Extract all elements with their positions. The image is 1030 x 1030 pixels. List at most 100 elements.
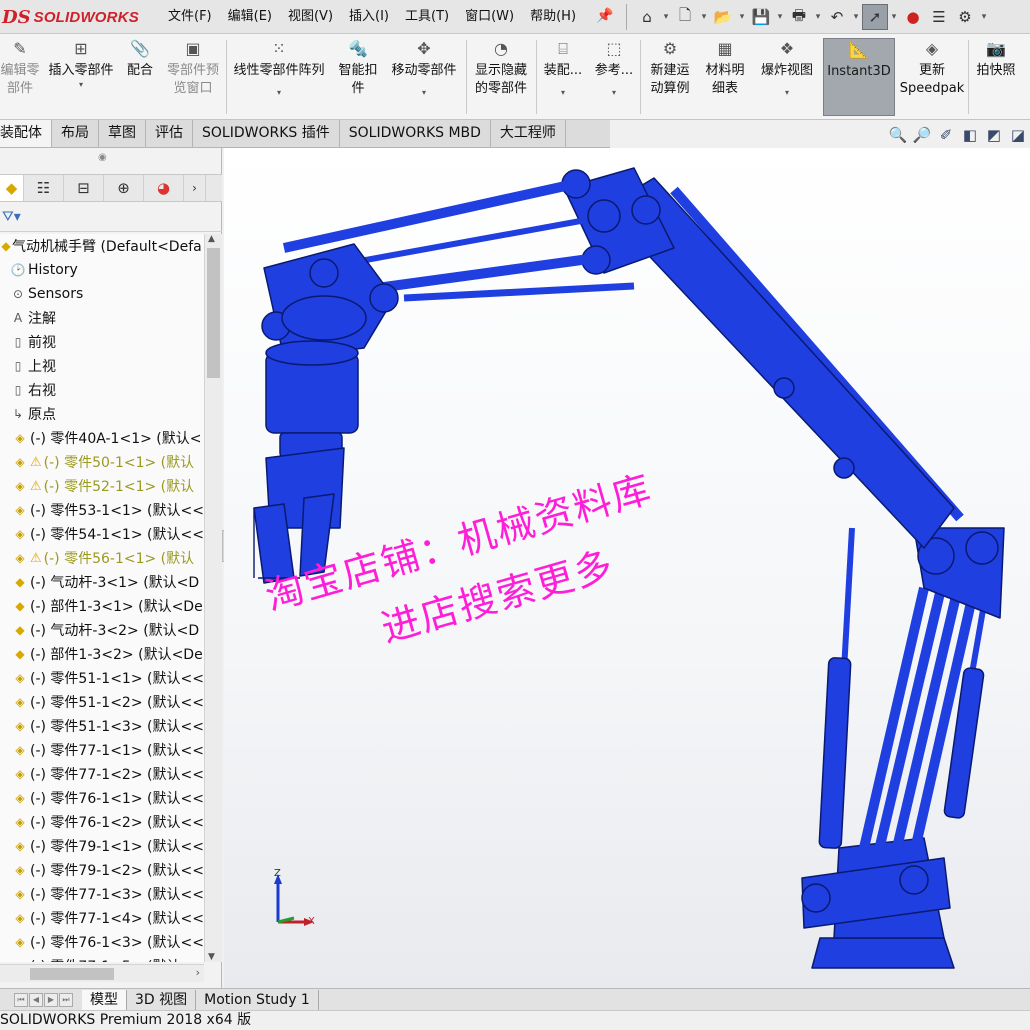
tree-item[interactable]: ◈ (-) 零件53-1<1> (默认<<: [0, 498, 204, 522]
edit-component-button[interactable]: ✎ 编辑零 部件: [0, 38, 40, 116]
tree-item[interactable]: ◈ (-) 零件76-1<2> (默认<<: [0, 810, 204, 834]
configuration-manager-tab[interactable]: ⊟: [64, 175, 104, 201]
chevron-down-icon[interactable]: ▾: [888, 4, 900, 30]
tree-item[interactable]: ◆ (-) 部件1-3<2> (默认<De: [0, 642, 204, 666]
insert-components-button[interactable]: ⊞ 插入零部件 ▾: [44, 38, 118, 116]
tree-item[interactable]: ◆ (-) 气动杆-3<1> (默认<D: [0, 570, 204, 594]
component-preview-button[interactable]: ▣ 零部件预 览窗口: [162, 38, 224, 116]
menu-insert[interactable]: 插入(I): [341, 0, 397, 34]
first-tab-icon[interactable]: ⏮: [14, 992, 28, 1007]
instant3d-button[interactable]: 📐 Instant3D: [823, 38, 895, 116]
open-icon[interactable]: 📂: [710, 4, 736, 30]
tree-horizontal-scrollbar[interactable]: ›: [0, 964, 204, 982]
scroll-thumb[interactable]: [30, 968, 114, 980]
tree-vertical-scrollbar[interactable]: ▲ ▼: [204, 234, 222, 962]
zoom-area-icon[interactable]: 🔎: [910, 124, 934, 146]
tree-item[interactable]: ◈(-) 零件77-1<5> (默认<<: [0, 954, 204, 962]
chevron-down-icon[interactable]: ▾: [79, 80, 83, 90]
tree-item[interactable]: ◈ (-) 零件40A-1<1> (默认<: [0, 426, 204, 450]
last-tab-icon[interactable]: ⏭: [59, 992, 73, 1007]
zoom-to-fit-icon[interactable]: 🔍: [886, 124, 910, 146]
exploded-view-button[interactable]: ❖ 爆炸视图 ▾: [754, 38, 820, 116]
pin-icon[interactable]: 📌: [596, 8, 613, 24]
tree-filter[interactable]: ⛛▾: [0, 204, 222, 232]
tree-item[interactable]: ◈ (-) 零件51-1<1> (默认<<: [0, 666, 204, 690]
tree-item[interactable]: A 注解: [0, 306, 204, 330]
section-view-icon[interactable]: ◧: [958, 124, 982, 146]
scroll-down-icon[interactable]: ▼: [208, 952, 215, 962]
gear-icon[interactable]: ⚙: [952, 4, 978, 30]
select-pointer-icon[interactable]: ➚: [862, 4, 888, 30]
scroll-up-icon[interactable]: ▲: [208, 234, 215, 244]
chevron-down-icon[interactable]: ▾: [785, 88, 789, 98]
tab-assembly[interactable]: 装配体: [0, 120, 52, 147]
tree-item[interactable]: ◆ (-) 部件1-3<1> (默认<De: [0, 594, 204, 618]
traffic-light-icon[interactable]: ●: [900, 4, 926, 30]
tree-item[interactable]: ◈ (-) 零件76-1<1> (默认<<: [0, 786, 204, 810]
tree-root[interactable]: ◆ 气动机械手臂 (Default<Defa: [0, 234, 204, 258]
menu-view[interactable]: 视图(V): [280, 0, 341, 34]
undo-icon[interactable]: ↶: [824, 4, 850, 30]
display-style-icon[interactable]: ◪: [1006, 124, 1030, 146]
tree-item[interactable]: ◈ ⚠ (-) 零件52-1<1> (默认: [0, 474, 204, 498]
solidworks-logo[interactable]: DS SOLIDWORKS: [0, 4, 140, 30]
tab-addins[interactable]: SOLIDWORKS 插件: [193, 120, 340, 147]
graphics-viewport[interactable]: 淘宝店铺：机械资料库 进店搜索更多 Z X: [224, 148, 1030, 988]
new-document-icon[interactable]: 🗋: [672, 4, 698, 30]
tab-evaluate[interactable]: 评估: [146, 120, 193, 147]
more-tabs-chevron-icon[interactable]: ›: [184, 175, 206, 201]
mate-button[interactable]: 📎 配合: [122, 38, 158, 116]
view-orientation-icon[interactable]: ◩: [982, 124, 1006, 146]
tab-sketch[interactable]: 草图: [99, 120, 146, 147]
menu-window[interactable]: 窗口(W): [457, 0, 522, 34]
feature-manager-tab[interactable]: ◆: [0, 175, 24, 201]
tree-item[interactable]: 🕑 History: [0, 258, 204, 282]
scroll-thumb[interactable]: [207, 248, 220, 378]
tab-3d-view[interactable]: 3D 视图: [127, 989, 197, 1010]
menu-tools[interactable]: 工具(T): [397, 0, 457, 34]
chevron-down-icon[interactable]: ▾: [277, 88, 281, 98]
update-speedpak-button[interactable]: ◈ 更新 Speedpak: [898, 38, 966, 116]
chevron-down-icon[interactable]: ▾: [660, 4, 672, 30]
property-manager-tab[interactable]: ☷: [24, 175, 64, 201]
tab-engineer[interactable]: 大工程师: [491, 120, 566, 147]
save-icon[interactable]: 💾: [748, 4, 774, 30]
tree-item[interactable]: ◈ (-) 零件76-1<3> (默认<<: [0, 930, 204, 954]
display-manager-tab[interactable]: ◕: [144, 175, 184, 201]
snapshot-button[interactable]: 📷 拍快照: [972, 38, 1020, 116]
tab-model[interactable]: 模型: [82, 989, 127, 1010]
previous-view-icon[interactable]: ✐: [934, 124, 958, 146]
tree-item[interactable]: ▯ 右视: [0, 378, 204, 402]
tree-item[interactable]: ◈ (-) 零件54-1<1> (默认<<: [0, 522, 204, 546]
tree-item[interactable]: ◈ (-) 零件51-1<3> (默认<<: [0, 714, 204, 738]
prev-tab-icon[interactable]: ◀: [29, 992, 43, 1007]
tab-layout[interactable]: 布局: [52, 120, 99, 147]
tree-item[interactable]: ◆ (-) 气动杆-3<2> (默认<D: [0, 618, 204, 642]
chevron-down-icon[interactable]: ▾: [736, 4, 748, 30]
tree-item[interactable]: ◈ (-) 零件77-1<4> (默认<<: [0, 906, 204, 930]
smart-fasteners-button[interactable]: 🔩 智能扣 件: [334, 38, 382, 116]
tab-mbd[interactable]: SOLIDWORKS MBD: [340, 120, 491, 147]
tree-item[interactable]: ◈ (-) 零件77-1<2> (默认<<: [0, 762, 204, 786]
chevron-down-icon[interactable]: ▾: [850, 4, 862, 30]
menu-edit[interactable]: 编辑(E): [220, 0, 280, 34]
tree-item[interactable]: ◈ ⚠ (-) 零件50-1<1> (默认: [0, 450, 204, 474]
chevron-down-icon[interactable]: ▾: [612, 88, 616, 98]
tree-item[interactable]: ◈ (-) 零件51-1<2> (默认<<: [0, 690, 204, 714]
tree-item[interactable]: ◈ (-) 零件77-1<1> (默认<<: [0, 738, 204, 762]
tree-item[interactable]: ▯ 上视: [0, 354, 204, 378]
options-list-icon[interactable]: ☰: [926, 4, 952, 30]
linear-pattern-button[interactable]: ⁙ 线性零部件阵列 ▾: [228, 38, 330, 116]
reference-geometry-button[interactable]: ⬚ 参考... ▾: [592, 38, 636, 116]
tab-motion-study[interactable]: Motion Study 1: [196, 989, 319, 1010]
chevron-down-icon[interactable]: ▾: [978, 4, 990, 30]
scroll-right-icon[interactable]: ›: [196, 966, 200, 979]
chevron-down-icon[interactable]: ▾: [812, 4, 824, 30]
tree-item[interactable]: ◈ ⚠ (-) 零件56-1<1> (默认: [0, 546, 204, 570]
menu-file[interactable]: 文件(F): [160, 0, 220, 34]
print-icon[interactable]: 🖶: [786, 4, 812, 30]
tree-item[interactable]: ◈ (-) 零件77-1<3> (默认<<: [0, 882, 204, 906]
next-tab-icon[interactable]: ▶: [44, 992, 58, 1007]
chevron-down-icon[interactable]: ▾: [698, 4, 710, 30]
assembly-features-button[interactable]: ⌸ 装配... ▾: [540, 38, 586, 116]
